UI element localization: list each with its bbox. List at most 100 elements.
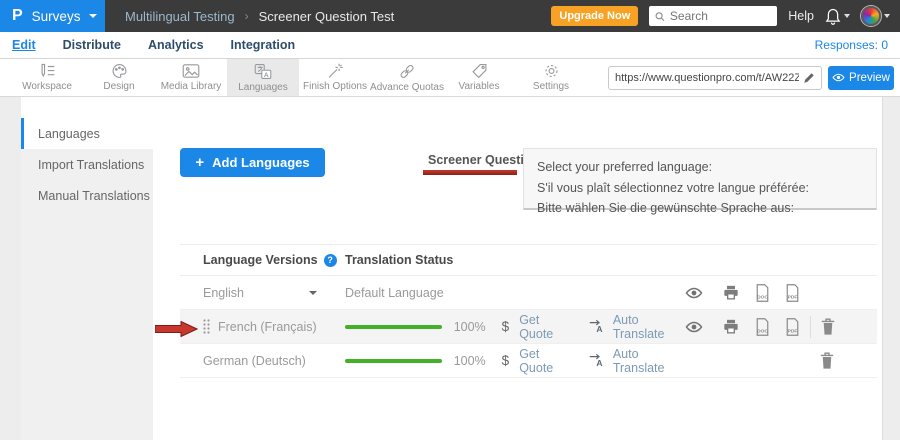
help-icon[interactable]: ? (324, 254, 337, 267)
svg-text:DOC: DOC (757, 294, 768, 300)
auto-translate-link[interactable]: Auto Translate (613, 313, 685, 341)
account-menu[interactable] (861, 6, 890, 26)
translation-progress-percent: 100% (454, 320, 486, 334)
table-row-french: French (Français) 100% $ Get Quote A Aut… (180, 310, 877, 344)
bell-icon (825, 8, 841, 25)
table-row-german: German (Deutsch) 100% $ Get Quote A Auto… (180, 344, 877, 378)
svg-text:PDF: PDF (788, 328, 798, 334)
tool-variables[interactable]: Variables (443, 59, 515, 96)
view-icon[interactable] (685, 321, 703, 333)
notifications-menu[interactable] (825, 8, 850, 25)
delete-icon[interactable] (821, 318, 835, 335)
default-language-select[interactable]: English (180, 286, 345, 300)
tab-integration[interactable]: Integration (231, 38, 296, 52)
column-language-versions: Language Versions ? (180, 253, 345, 267)
view-icon[interactable] (685, 287, 703, 299)
top-bar-actions: Upgrade Now Help (551, 6, 900, 26)
screener-question-preview: Select your preferred language: S'il vou… (523, 148, 877, 210)
languages-sidebar: Languages Import Translations Manual Tra… (21, 118, 153, 440)
help-link[interactable]: Help (788, 9, 814, 23)
questionpro-languages-page: P Surveys Multilingual Testing › Screene… (0, 0, 900, 440)
workspace-icon (38, 63, 56, 79)
chevron-down-icon (309, 291, 317, 295)
tool-finish-options[interactable]: Finish Options (299, 59, 371, 96)
tool-media-library[interactable]: Media Library (155, 59, 227, 96)
breadcrumb: Multilingual Testing › Screener Question… (125, 9, 394, 24)
red-underline-annotation (423, 170, 517, 175)
global-search[interactable] (649, 6, 777, 26)
product-menu-label: Surveys (32, 9, 81, 24)
breadcrumb-folder[interactable]: Multilingual Testing (125, 9, 235, 24)
export-pdf-icon[interactable]: PDF (785, 284, 800, 302)
auto-translate-icon[interactable]: A (589, 319, 606, 334)
dollar-icon[interactable]: $ (502, 319, 510, 334)
default-language-status: Default Language (345, 286, 444, 300)
top-bar: P Surveys Multilingual Testing › Screene… (0, 0, 900, 32)
tool-advance-quotas[interactable]: Advance Quotas (371, 59, 443, 96)
responses-count[interactable]: Responses: 0 (815, 38, 888, 52)
translate-icon: A (254, 63, 272, 80)
sidebar-item-manual-translations[interactable]: Manual Translations (21, 180, 153, 211)
breadcrumb-separator-icon: › (245, 9, 249, 23)
add-languages-button[interactable]: + Add Languages (180, 148, 325, 177)
search-input[interactable] (670, 9, 771, 23)
chevron-down-icon (89, 14, 97, 18)
svg-text:A: A (596, 358, 602, 368)
search-icon (655, 11, 665, 22)
tab-edit[interactable]: Edit (12, 38, 36, 52)
chevron-down-icon (884, 14, 890, 18)
column-translation-status: Translation Status (345, 253, 685, 267)
delete-icon[interactable] (820, 352, 834, 369)
auto-translate-icon[interactable]: A (589, 353, 606, 368)
auto-translate-link[interactable]: Auto Translate (613, 347, 685, 375)
svg-text:A: A (596, 324, 602, 334)
table-header-row: Language Versions ? Translation Status (180, 244, 877, 276)
edit-toolbar: Workspace Design Media Library A Languag… (0, 59, 900, 97)
sidebar-item-import-translations[interactable]: Import Translations (21, 149, 153, 180)
get-quote-link[interactable]: Get Quote (519, 313, 571, 341)
export-doc-icon[interactable]: DOC (755, 284, 770, 302)
content-area: Languages Import Translations Manual Tra… (0, 97, 900, 440)
tab-analytics[interactable]: Analytics (148, 38, 204, 52)
magic-wand-icon (327, 63, 344, 79)
tab-distribute[interactable]: Distribute (63, 38, 121, 52)
tool-settings[interactable]: Settings (515, 59, 587, 96)
survey-url-input[interactable] (615, 72, 799, 84)
sidebar-item-languages[interactable]: Languages (21, 118, 153, 149)
avatar (861, 6, 881, 26)
screener-line-german: Bitte wählen Sie die gewünschte Sprache … (537, 198, 863, 219)
divider (810, 316, 811, 338)
preview-button[interactable]: Preview (828, 66, 894, 90)
language-name: French (Français) (218, 320, 317, 334)
tool-design[interactable]: Design (83, 59, 155, 96)
chevron-down-icon (844, 14, 850, 18)
drag-handle-icon[interactable] (203, 319, 210, 334)
eye-icon (832, 73, 845, 82)
tool-languages[interactable]: A Languages (227, 59, 299, 96)
tool-workspace[interactable]: Workspace (11, 59, 83, 96)
svg-text:DOC: DOC (757, 328, 768, 334)
svg-text:A: A (264, 71, 269, 78)
dollar-icon[interactable]: $ (502, 353, 510, 368)
get-quote-link[interactable]: Get Quote (519, 347, 571, 375)
languages-panel: Languages Import Translations Manual Tra… (21, 97, 883, 440)
svg-text:PDF: PDF (788, 294, 798, 300)
upgrade-now-button[interactable]: Upgrade Now (551, 6, 638, 26)
export-doc-icon[interactable]: DOC (755, 318, 770, 336)
translation-progress-bar (345, 359, 442, 363)
screener-line-french: S'il vous plaît sélectionnez votre langu… (537, 178, 863, 199)
image-icon (182, 63, 200, 79)
print-icon[interactable] (723, 319, 739, 334)
surveys-product-menu[interactable]: P Surveys (0, 0, 105, 32)
languages-main: + Add Languages Screener Question : Sele… (180, 97, 882, 440)
survey-nav-tabs: Edit Distribute Analytics Integration Re… (0, 32, 900, 59)
export-pdf-icon[interactable]: PDF (785, 318, 800, 336)
edit-pencil-icon[interactable] (803, 72, 815, 84)
screener-line-english: Select your preferred language: (537, 157, 863, 178)
survey-url-box (608, 66, 822, 90)
tag-icon (471, 63, 488, 79)
red-arrow-annotation (155, 321, 198, 337)
print-icon[interactable] (723, 285, 739, 300)
questionpro-logo-icon: P (12, 7, 23, 25)
breadcrumb-survey-name: Screener Question Test (259, 9, 395, 24)
